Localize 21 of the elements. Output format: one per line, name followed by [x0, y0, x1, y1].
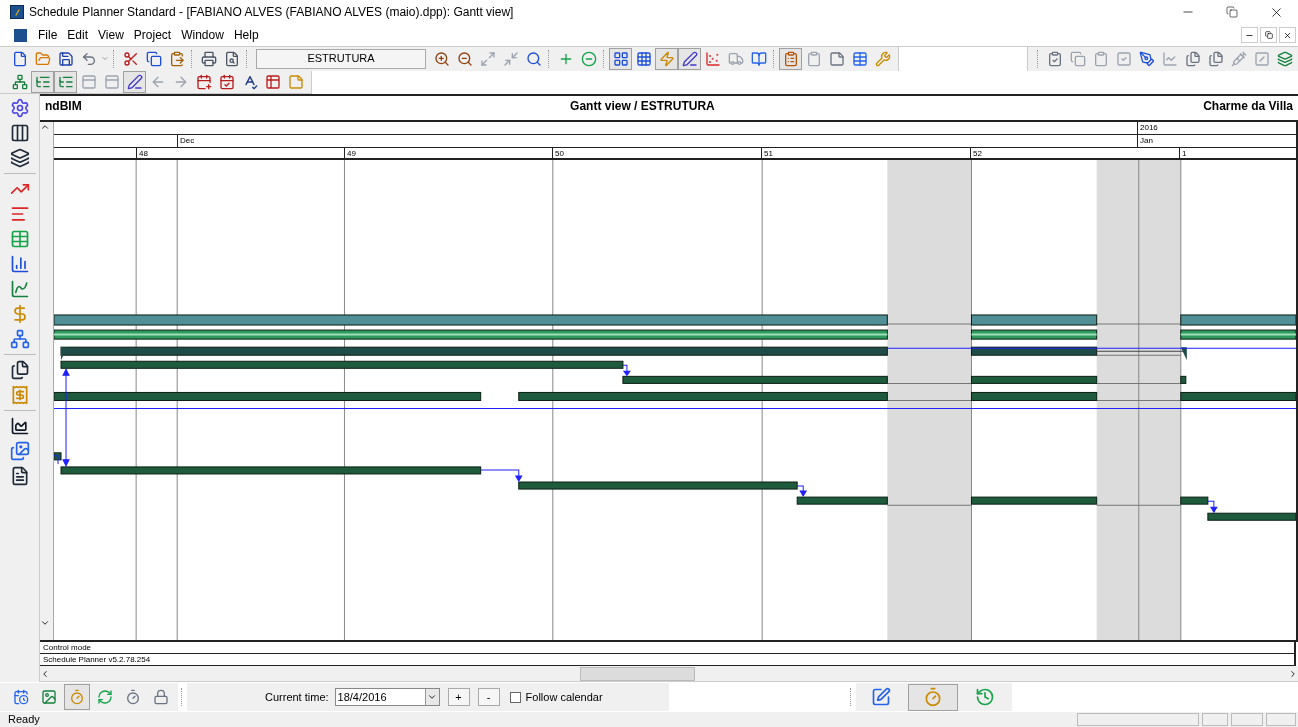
status-text: Ready [7, 712, 40, 727]
window-title: Schedule Planner Standard - [FABIANO ALVES (FABIANO ALVES (maio).dpp): Gantt view] [29, 4, 514, 21]
current-time-label: Current time: [265, 689, 329, 705]
increment-button[interactable]: + [447, 688, 470, 706]
decrement-button[interactable]: - [477, 688, 500, 706]
menu-item[interactable]: Edit [62, 26, 94, 44]
info-row: Control mode [40, 642, 1296, 654]
menu-item[interactable]: Help [228, 26, 264, 44]
menu-item[interactable]: View [93, 26, 129, 44]
view-field[interactable]: ESTRUTURA [256, 48, 426, 69]
menu-item[interactable]: Window [176, 26, 229, 44]
view-title: Gantt view / ESTRUTURA [570, 98, 715, 115]
follow-calendar-label: Follow calendar [525, 689, 603, 705]
date-dropdown[interactable]: 18/4/2016 [334, 688, 440, 706]
month-label: Jan [1137, 135, 1153, 147]
project-label: ndBIM [45, 98, 82, 115]
menu-item[interactable]: Project [128, 26, 177, 44]
year-label: 2016 [1137, 122, 1158, 134]
project-name: Charme da Villa [1203, 98, 1293, 115]
month-label: Dec [177, 135, 195, 147]
menu-item[interactable]: File [33, 26, 63, 44]
